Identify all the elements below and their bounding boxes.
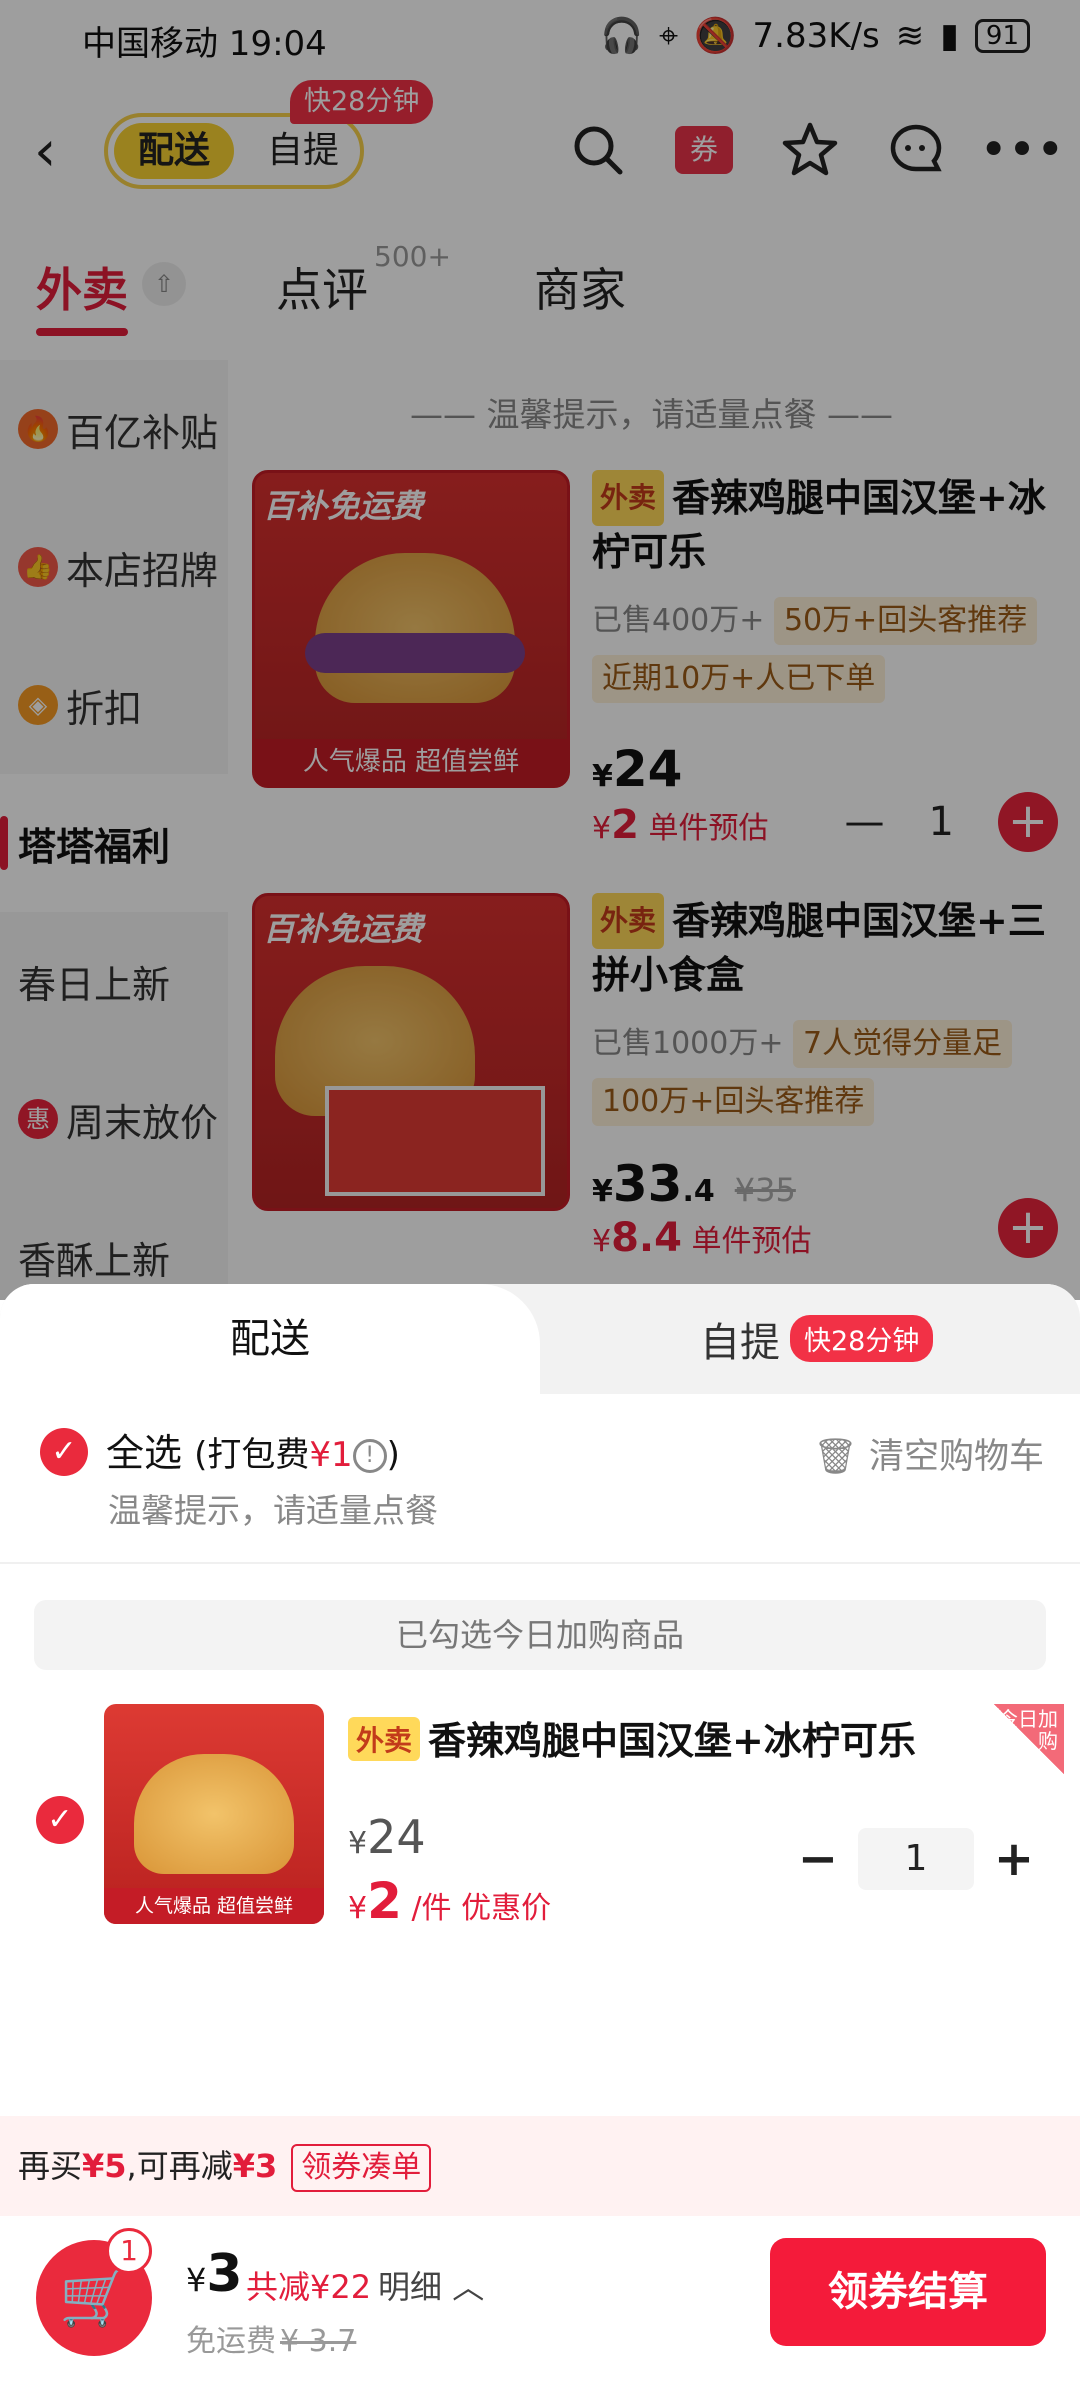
decrease-button[interactable]: − xyxy=(790,1831,846,1887)
total-price: ¥3 xyxy=(186,2244,243,2304)
coupon-addon-button[interactable]: 领券凑单 xyxy=(291,2144,432,2192)
tab-delivery[interactable]: 配送 xyxy=(0,1284,540,1394)
tab-pickup[interactable]: 自提 快28分钟 xyxy=(700,1310,934,1368)
dim-overlay[interactable] xyxy=(0,0,1080,1300)
checkout-button[interactable]: 领券结算 xyxy=(770,2238,1046,2346)
checkout-bar: 🛒 1 ¥3 共减¥22 明细 ︿ 免运费 ¥ 3.7 领券结算 xyxy=(0,2216,1080,2400)
waimai-tag: 外卖 xyxy=(348,1717,421,1761)
quantity-stepper: − 1 + xyxy=(790,1828,1042,1890)
cart-item-price: ¥24 xyxy=(348,1810,426,1864)
packing-fee: ¥1 xyxy=(309,1435,353,1475)
item-checkbox[interactable]: ✓ xyxy=(36,1796,84,1844)
detail-link[interactable]: 明细 ︿ xyxy=(378,2262,484,2308)
quantity-value[interactable]: 1 xyxy=(858,1828,974,1890)
cart-item-unit-price: ¥2 /件 优惠价 xyxy=(348,1872,552,1930)
select-all-label: 全选 (打包费¥1!) xyxy=(106,1431,400,1475)
select-all-row: ✓ 全选 (打包费¥1!) 温馨提示，请适量点餐 🗑 清空购物车 xyxy=(0,1414,1080,1564)
shipping-fee: 免运费 ¥ 3.7 xyxy=(186,2324,357,2359)
total-saved: 共减¥22 xyxy=(246,2268,372,2306)
chevron-up-icon: ︿ xyxy=(452,2268,485,2306)
cart-count-badge: 1 xyxy=(106,2228,152,2274)
select-all-checkbox[interactable]: ✓ xyxy=(40,1428,88,1476)
added-today-bar: 已勾选今日加购商品 xyxy=(34,1600,1046,1670)
today-added-corner: 今日加购 xyxy=(994,1704,1064,1774)
fast-badge: 快28分钟 xyxy=(790,1315,934,1362)
increase-button[interactable]: + xyxy=(986,1831,1042,1887)
trash-icon: 🗑 xyxy=(813,1437,858,1477)
sheet-tabs: 配送 自提 快28分钟 xyxy=(0,1284,1080,1394)
info-icon[interactable]: ! xyxy=(352,1439,387,1473)
clear-cart-button[interactable]: 🗑 清空购物车 xyxy=(813,1428,1044,1479)
cart-item: ✓ 人气爆品 超值尝鲜 今日加购 外卖 香辣鸡腿中国汉堡+冰柠可乐 ¥24 ¥2 … xyxy=(0,1704,1080,1934)
cart-item-title: 外卖 香辣鸡腿中国汉堡+冰柠可乐 xyxy=(348,1710,916,1765)
cart-item-image[interactable]: 人气爆品 超值尝鲜 xyxy=(104,1704,324,1924)
sheet-tip: 温馨提示，请适量点餐 xyxy=(108,1491,438,1530)
promo-bar: 再买¥5,可再减¥3 领券凑单 xyxy=(0,2116,1080,2216)
